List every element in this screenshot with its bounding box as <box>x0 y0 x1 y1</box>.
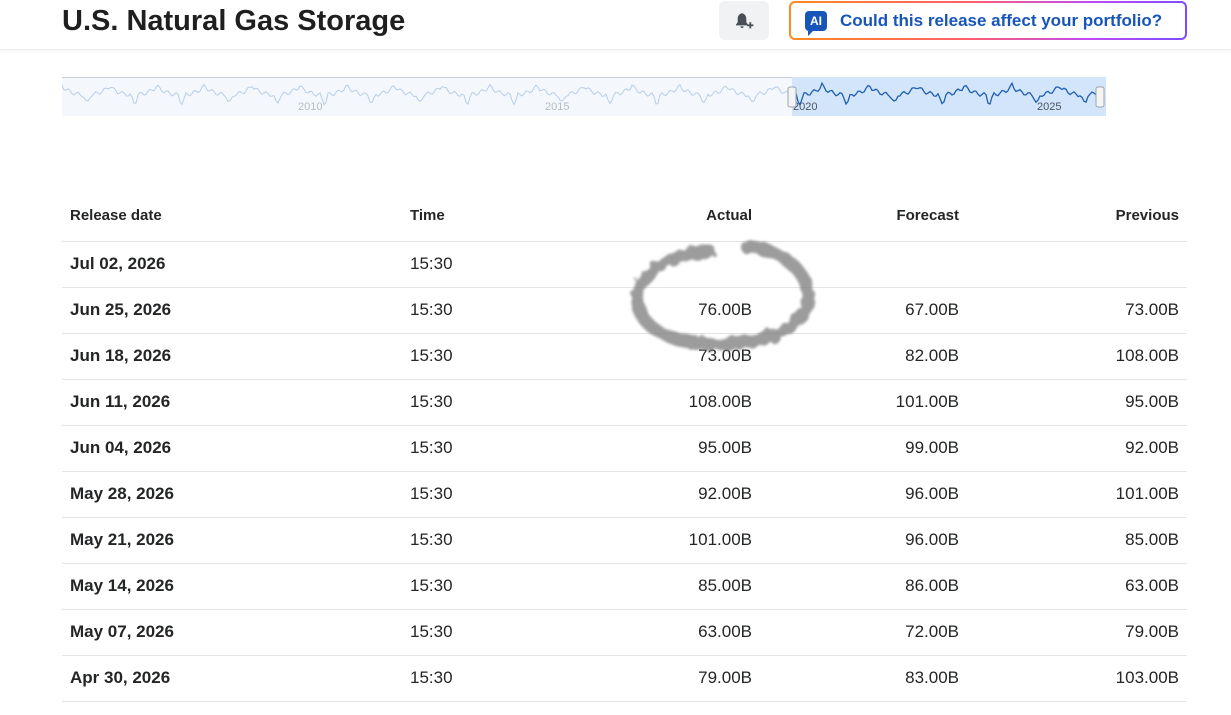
table-row: May 21, 2026 15:30 101.00B 96.00B 85.00B <box>62 517 1187 564</box>
release-date-cell: May 07, 2026 <box>62 609 402 656</box>
release-time-cell: 15:30 <box>402 241 602 288</box>
previous-value-cell: 108.00B <box>967 333 1187 380</box>
forecast-value-cell: 99.00B <box>760 425 967 472</box>
history-timeline-navigator[interactable]: 2010 2015 2020 2025 <box>62 77 1106 116</box>
table-row: Apr 30, 2026 15:30 79.00B 83.00B 103.00B <box>62 655 1187 702</box>
previous-value-cell: 95.00B <box>967 379 1187 426</box>
timeline-range-handle[interactable] <box>787 86 797 108</box>
table-row: May 28, 2026 15:30 92.00B 96.00B 101.00B <box>62 471 1187 518</box>
actual-value-cell: 63.00B <box>602 609 760 656</box>
forecast-value-cell: 72.00B <box>760 609 967 656</box>
timeline-year-label: 2020 <box>793 101 817 113</box>
ai-portfolio-button[interactable]: AI Could this release affect your portfo… <box>789 1 1187 40</box>
column-header-time[interactable]: Time <box>402 191 602 242</box>
forecast-value-cell <box>760 241 967 288</box>
forecast-value-cell: 82.00B <box>760 333 967 380</box>
ai-chat-icon: AI <box>805 10 827 36</box>
column-header-release-date[interactable]: Release date <box>62 191 402 242</box>
timeline-range-handle[interactable] <box>1095 86 1105 108</box>
table-row: Jun 04, 2026 15:30 95.00B 99.00B 92.00B <box>62 425 1187 472</box>
release-date-cell: Jun 18, 2026 <box>62 333 402 380</box>
timeline-year-label: 2015 <box>545 101 569 113</box>
release-history-table: Release date Time Actual Forecast Previo… <box>62 191 1187 702</box>
table-row: Jun 11, 2026 15:30 108.00B 101.00B 95.00B <box>62 379 1187 426</box>
previous-value-cell: 101.00B <box>967 471 1187 518</box>
release-time-cell: 15:30 <box>402 517 602 564</box>
previous-value-cell: 73.00B <box>967 287 1187 334</box>
table-row: Jul 02, 2026 15:30 <box>62 241 1187 288</box>
release-date-cell: May 21, 2026 <box>62 517 402 564</box>
previous-value-cell: 85.00B <box>967 517 1187 564</box>
release-date-cell: Jun 25, 2026 <box>62 287 402 334</box>
table-header-row: Release date Time Actual Forecast Previo… <box>62 191 1187 242</box>
release-time-cell: 15:30 <box>402 379 602 426</box>
release-date-cell: Apr 30, 2026 <box>62 655 402 702</box>
actual-value-cell: 108.00B <box>602 379 760 426</box>
actual-value-cell: 101.00B <box>602 517 760 564</box>
forecast-value-cell: 96.00B <box>760 517 967 564</box>
forecast-value-cell: 96.00B <box>760 471 967 518</box>
previous-value-cell: 103.00B <box>967 655 1187 702</box>
timeline-year-label: 2025 <box>1037 101 1061 113</box>
previous-value-cell: 79.00B <box>967 609 1187 656</box>
forecast-value-cell: 101.00B <box>760 379 967 426</box>
table-row: May 14, 2026 15:30 85.00B 86.00B 63.00B <box>62 563 1187 610</box>
release-time-cell: 15:30 <box>402 471 602 518</box>
release-date-cell: May 28, 2026 <box>62 471 402 518</box>
forecast-value-cell: 86.00B <box>760 563 967 610</box>
forecast-value-cell: 83.00B <box>760 655 967 702</box>
timeline-history-line <box>62 83 793 106</box>
ai-prompt-label: Could this release affect your portfolio… <box>840 10 1163 30</box>
previous-value-cell <box>967 241 1187 288</box>
page-title: U.S. Natural Gas Storage <box>62 5 406 37</box>
timeline-sparkline: 2010 2015 2020 2025 <box>62 77 1106 116</box>
create-alert-button[interactable] <box>719 1 769 40</box>
release-time-cell: 15:30 <box>402 333 602 380</box>
table-row: Jun 18, 2026 15:30 73.00B 82.00B 108.00B <box>62 333 1187 380</box>
release-time-cell: 15:30 <box>402 563 602 610</box>
page-header: U.S. Natural Gas Storage AI Could this r… <box>0 0 1231 50</box>
actual-value-cell: 79.00B <box>602 655 760 702</box>
table-row: May 07, 2026 15:30 63.00B 72.00B 79.00B <box>62 609 1187 656</box>
release-time-cell: 15:30 <box>402 655 602 702</box>
release-date-cell: Jul 02, 2026 <box>62 241 402 288</box>
release-date-cell: Jun 11, 2026 <box>62 379 402 426</box>
release-time-cell: 15:30 <box>402 425 602 472</box>
previous-value-cell: 92.00B <box>967 425 1187 472</box>
actual-value-cell: 85.00B <box>602 563 760 610</box>
previous-value-cell: 63.00B <box>967 563 1187 610</box>
release-time-cell: 15:30 <box>402 609 602 656</box>
column-header-actual[interactable]: Actual <box>602 191 760 242</box>
timeline-year-label: 2010 <box>298 101 322 113</box>
forecast-value-cell: 67.00B <box>760 287 967 334</box>
actual-value-cell: 92.00B <box>602 471 760 518</box>
actual-value-cell <box>602 241 760 288</box>
release-date-cell: Jun 04, 2026 <box>62 425 402 472</box>
column-header-forecast[interactable]: Forecast <box>760 191 967 242</box>
actual-value-cell: 95.00B <box>602 425 760 472</box>
actual-value-cell: 76.00B <box>602 287 760 334</box>
actual-value-cell: 73.00B <box>602 333 760 380</box>
bell-plus-icon <box>736 12 754 28</box>
release-time-cell: 15:30 <box>402 287 602 334</box>
table-row: Jun 25, 2026 15:30 76.00B 67.00B 73.00B <box>62 287 1187 334</box>
release-date-cell: May 14, 2026 <box>62 563 402 610</box>
column-header-previous[interactable]: Previous <box>967 191 1187 242</box>
